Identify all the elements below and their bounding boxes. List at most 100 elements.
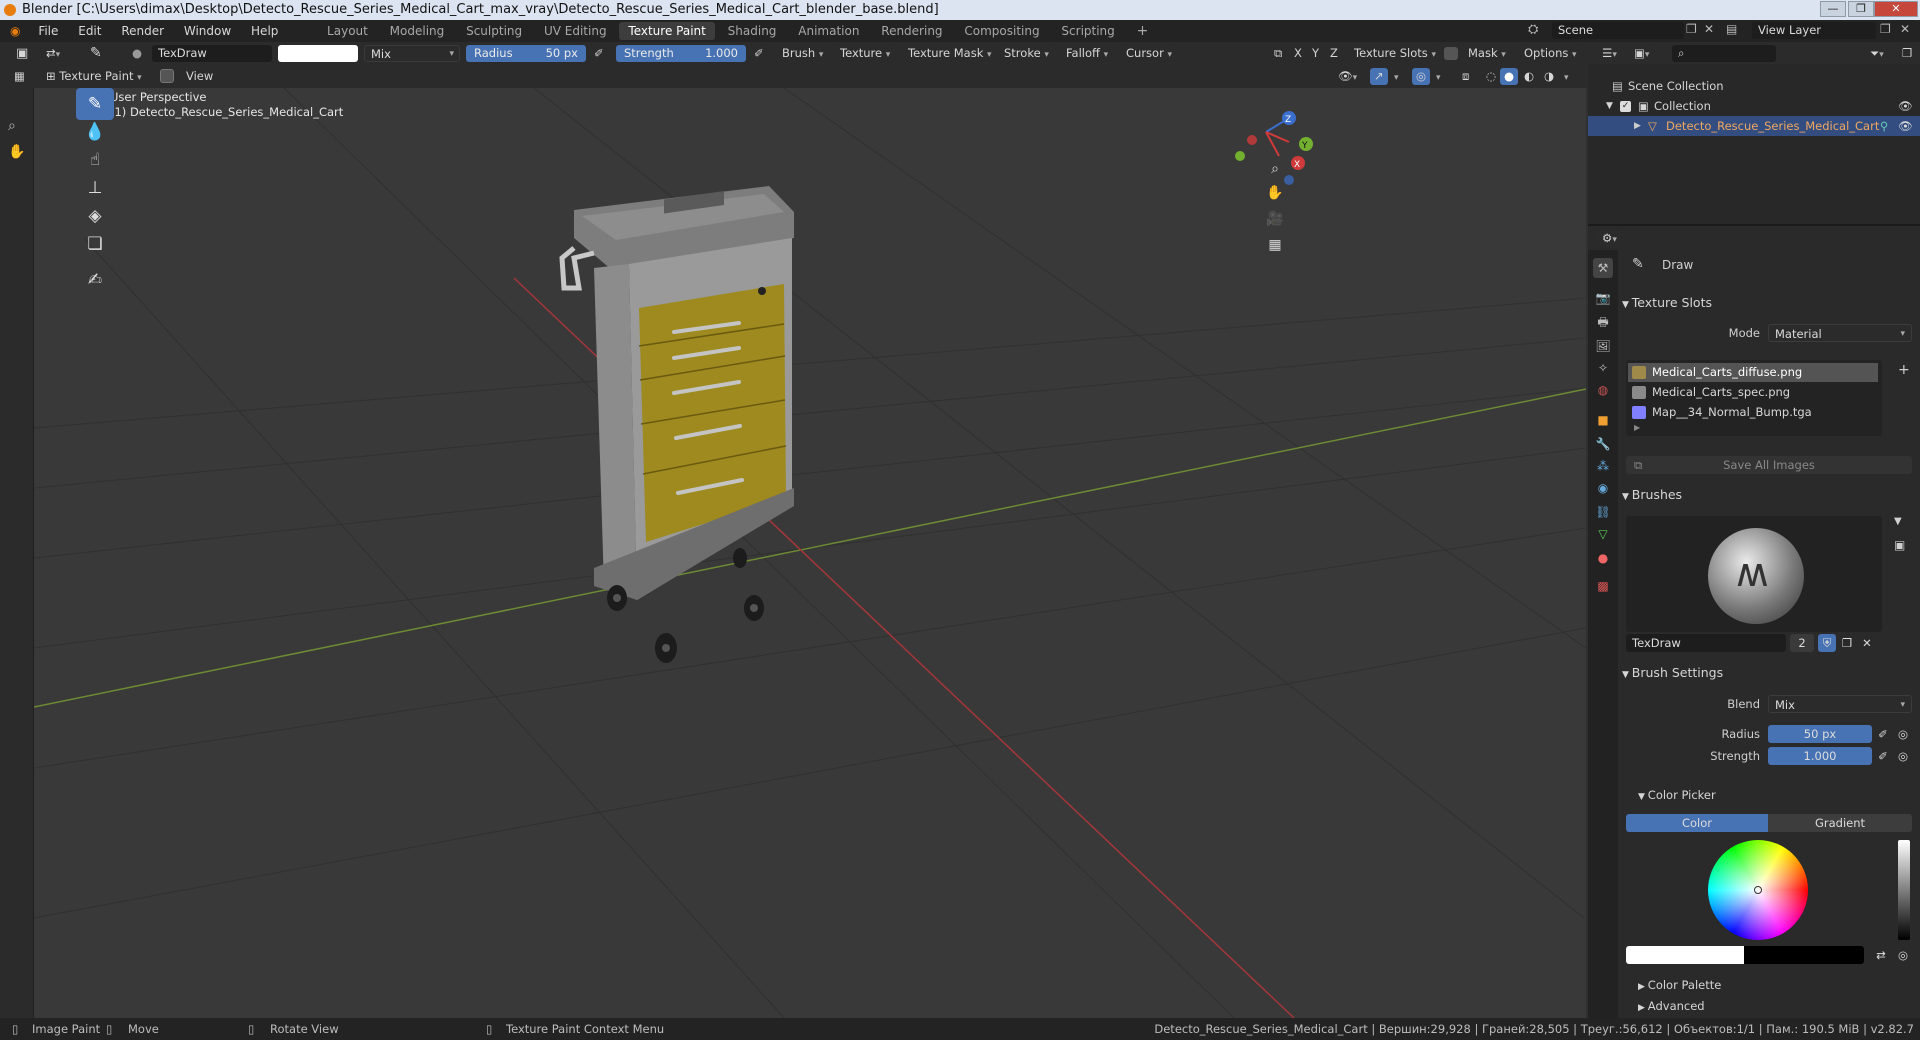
- shading-solid-icon[interactable]: ●: [1500, 68, 1519, 85]
- gizmo-neg-y-axis[interactable]: [1235, 151, 1245, 161]
- texture-slot-mode-dropdown[interactable]: Material ▾: [1768, 324, 1912, 342]
- mask-tool[interactable]: ❏: [76, 228, 114, 260]
- brush-name-field-props[interactable]: TexDraw: [1626, 634, 1786, 652]
- blender-menu-icon[interactable]: ◉: [0, 20, 26, 42]
- texture-slots-panel-header[interactable]: ▼ Texture Slots: [1622, 292, 1918, 314]
- brush-preview-area[interactable]: ʍ: [1626, 516, 1882, 632]
- object-visibility-icon[interactable]: 👁: [1898, 116, 1913, 136]
- mask-checkbox[interactable]: [1444, 47, 1458, 60]
- tab-uv-editing[interactable]: UV Editing: [535, 22, 616, 40]
- object-expand-icon[interactable]: ▶: [1634, 116, 1641, 136]
- outliner-search-field[interactable]: ⌕: [1672, 45, 1776, 62]
- display-mode-icon[interactable]: ▣▾: [1630, 45, 1654, 62]
- unlink-brush-icon[interactable]: ✕: [1858, 634, 1876, 652]
- strength-slider[interactable]: Strength 1.000: [616, 45, 746, 62]
- brush-menu[interactable]: Brush ▾: [778, 45, 828, 62]
- menu-render[interactable]: Render: [113, 20, 172, 42]
- fake-user-shield-icon[interactable]: ⛨: [1818, 634, 1836, 652]
- secondary-color-swatch[interactable]: [1744, 946, 1864, 964]
- view-layer-tab-icon[interactable]: 🖼: [1593, 336, 1613, 356]
- tab-layout[interactable]: Layout: [318, 22, 377, 40]
- tab-scripting[interactable]: Scripting: [1052, 22, 1123, 40]
- xray-icon[interactable]: ⧈: [1458, 68, 1474, 85]
- options-popover[interactable]: Options ▾: [1520, 45, 1581, 62]
- interaction-mode-dropdown[interactable]: ⊞ Texture Paint ▾: [42, 68, 146, 85]
- visibility-icon[interactable]: 👁▾: [1334, 68, 1362, 85]
- brushes-panel-header[interactable]: ▼ Brushes: [1622, 484, 1918, 506]
- zoom-view-button[interactable]: ⌕: [1262, 156, 1288, 182]
- outliner-row-scene-collection[interactable]: ▤ Scene Collection: [1588, 76, 1920, 96]
- filter-icon[interactable]: ⏷▾: [1866, 45, 1888, 62]
- brush-users-count[interactable]: 2: [1790, 634, 1814, 652]
- view-menu[interactable]: View: [182, 68, 218, 85]
- texture-slot-item[interactable]: Medical_Carts_diffuse.png: [1628, 363, 1878, 382]
- gradient-mode-tab[interactable]: Gradient: [1768, 814, 1912, 832]
- advanced-subpanel-header[interactable]: ▶ Advanced: [1638, 996, 1920, 1016]
- strength-pressure-toggle-icon[interactable]: ✐: [1874, 747, 1892, 765]
- value-slider[interactable]: [1898, 840, 1910, 940]
- shading-dropdown-icon[interactable]: ▾: [1560, 68, 1573, 85]
- modifier-tab-icon[interactable]: 🔧: [1593, 434, 1613, 454]
- color-wheel[interactable]: [1708, 840, 1808, 940]
- overlays-toggle-icon[interactable]: ◎: [1412, 68, 1431, 85]
- world-tab-icon[interactable]: ◍: [1593, 380, 1613, 400]
- tab-compositing[interactable]: Compositing: [955, 22, 1048, 40]
- pan-region-icon[interactable]: ✋: [8, 144, 25, 160]
- color-palette-subpanel-header[interactable]: ▶ Color Palette: [1638, 974, 1920, 996]
- scene-tab-icon[interactable]: ✧: [1593, 358, 1613, 378]
- mask-popover[interactable]: Mask ▾: [1464, 45, 1510, 62]
- tool-icon[interactable]: ⇄▾: [42, 45, 65, 62]
- new-view-layer-icon[interactable]: ❐: [1880, 22, 1891, 36]
- radius-slider[interactable]: Radius 50 px: [466, 45, 586, 62]
- menu-edit[interactable]: Edit: [70, 20, 109, 42]
- properties-editor-type-icon[interactable]: ⚙▾: [1598, 230, 1621, 247]
- shading-wireframe-icon[interactable]: ◌: [1482, 68, 1501, 85]
- remove-view-layer-icon[interactable]: ✕: [1900, 22, 1910, 36]
- object-tab-icon[interactable]: ■: [1593, 410, 1613, 430]
- symmetry-icon[interactable]: ⧉: [1270, 45, 1287, 62]
- gizmo-toggle-icon[interactable]: ↗: [1370, 68, 1388, 85]
- view-layer-selector[interactable]: View Layer: [1752, 22, 1876, 39]
- stroke-menu[interactable]: Stroke ▾: [1000, 45, 1053, 62]
- brush-icon[interactable]: ✎: [86, 45, 106, 62]
- strength-unified-icon[interactable]: ◎: [1894, 747, 1912, 765]
- brush-list-dropdown-icon[interactable]: ▼: [1894, 516, 1902, 527]
- paint-mask-toggle[interactable]: [160, 69, 174, 83]
- outliner-row-object[interactable]: ▶ ▽ Detecto_Rescue_Series_Medical_Cart ⚲…: [1588, 116, 1920, 136]
- zoom-region-icon[interactable]: ⌕: [8, 118, 16, 134]
- gizmo-dropdown-icon[interactable]: ▾: [1390, 68, 1403, 85]
- menu-file[interactable]: File: [30, 20, 66, 42]
- unified-color-icon[interactable]: ◎: [1894, 946, 1912, 964]
- shading-rendered-icon[interactable]: ◑: [1540, 68, 1559, 85]
- radius-unit-icon[interactable]: ◎: [1894, 725, 1912, 743]
- primary-color-swatch[interactable]: [1626, 946, 1744, 964]
- gizmo-neg-x-axis[interactable]: [1247, 135, 1257, 145]
- 3d-viewport[interactable]: Z Y X User Perspective (1) Detecto_Rescu…: [34, 88, 1586, 1018]
- tab-texture-paint[interactable]: Texture Paint: [619, 22, 715, 40]
- physics-tab-icon[interactable]: ◉: [1593, 478, 1613, 498]
- brush-blend-dropdown[interactable]: Mix ▾: [1768, 695, 1912, 713]
- swap-colors-icon[interactable]: ⇄: [1872, 946, 1890, 964]
- tab-animation[interactable]: Animation: [789, 22, 868, 40]
- brush-name-field[interactable]: TexDraw: [152, 45, 272, 62]
- collection-visibility-icon[interactable]: 👁: [1898, 96, 1913, 116]
- texture-slots-popover[interactable]: Texture Slots ▾: [1350, 45, 1440, 62]
- color-mode-tab[interactable]: Color: [1626, 814, 1768, 832]
- mirror-y-toggle[interactable]: Y: [1308, 45, 1324, 62]
- scene-selector[interactable]: Scene: [1552, 22, 1684, 39]
- collection-expand-icon[interactable]: ▼: [1606, 96, 1613, 116]
- annotate-tool[interactable]: ✍: [76, 264, 114, 296]
- camera-view-button[interactable]: 🎥: [1262, 206, 1288, 232]
- maximize-button[interactable]: ❐: [1848, 1, 1874, 17]
- texture-menu[interactable]: Texture ▾: [836, 45, 895, 62]
- mirror-x-toggle[interactable]: X: [1290, 45, 1306, 62]
- radius-pressure-icon[interactable]: ✐: [590, 45, 608, 62]
- overlays-dropdown-icon[interactable]: ▾: [1432, 68, 1445, 85]
- falloff-menu[interactable]: Falloff ▾: [1062, 45, 1113, 62]
- brush-image-icon[interactable]: ▣: [1894, 538, 1905, 552]
- material-tab-icon[interactable]: ●: [1593, 548, 1613, 568]
- shading-material-icon[interactable]: ◐: [1520, 68, 1539, 85]
- close-button[interactable]: ✕: [1874, 1, 1918, 17]
- new-scene-icon[interactable]: ❐: [1686, 22, 1697, 36]
- strength-pressure-icon[interactable]: ✐: [750, 45, 768, 62]
